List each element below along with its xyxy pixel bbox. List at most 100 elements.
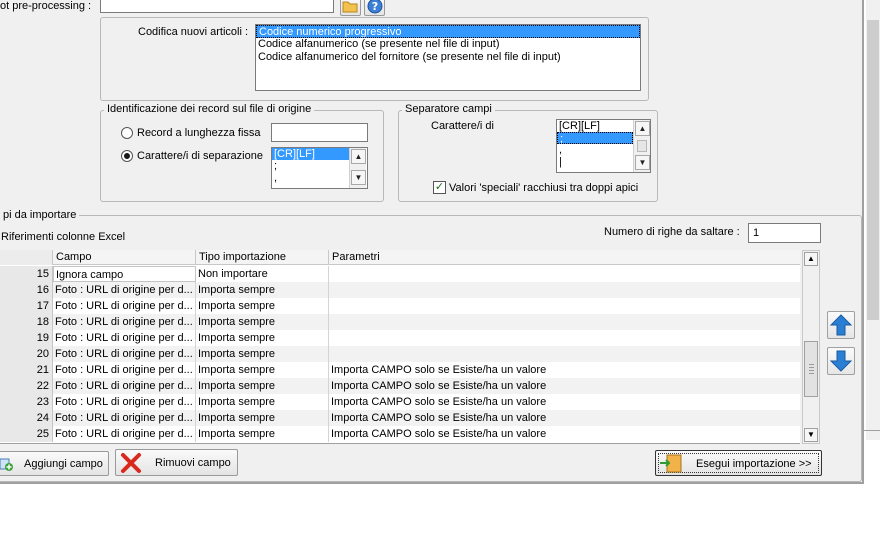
campo-cell[interactable]: Ignora campo — [53, 266, 196, 282]
table-row[interactable]: 15 Ignora campo Non importare — [0, 266, 800, 282]
campo-cell[interactable]: Foto : URL di origine per d... — [53, 410, 196, 426]
folder-icon — [342, 1, 358, 13]
quoted-values-label: Valori 'speciali' racchiusi tra doppi ap… — [449, 182, 639, 194]
parametri-cell[interactable]: Importa CAMPO solo se Esiste/ha un valor… — [329, 426, 800, 442]
campo-cell[interactable]: Foto : URL di origine per d... — [53, 314, 196, 330]
campo-cell[interactable]: Foto : URL di origine per d... — [53, 346, 196, 362]
parametri-cell[interactable] — [329, 298, 800, 314]
add-field-button[interactable]: Aggiungi campo — [0, 451, 109, 476]
tipo-cell[interactable]: Importa sempre — [196, 298, 329, 314]
record-separator-scroll[interactable]: ▲ ▼ — [349, 148, 366, 188]
codifica-option[interactable]: Codice alfanumerico del fornitore (se pr… — [256, 51, 640, 64]
scroll-up-icon[interactable]: ▲ — [804, 252, 818, 266]
table-row[interactable]: 19 Foto : URL di origine per d... Importa … — [0, 330, 800, 346]
campo-cell[interactable]: Foto : URL di origine per d... — [53, 378, 196, 394]
table-row[interactable]: 20 Foto : URL di origine per d... Importa … — [0, 346, 800, 362]
campo-cell[interactable]: Foto : URL di origine per d... — [53, 330, 196, 346]
import-icon — [660, 454, 682, 473]
field-separator-option[interactable]: ; — [557, 132, 633, 145]
field-separator-scroll[interactable]: ▲ ▼ — [633, 120, 650, 172]
table-row[interactable]: 25 Foto : URL di origine per d... Importa … — [0, 426, 800, 442]
table-row[interactable]: 23 Foto : URL di origine per d... Importa … — [0, 394, 800, 410]
quoted-values-checkbox[interactable]: ✓ — [433, 181, 446, 194]
excel-references-label: Riferimenti colonne Excel — [1, 231, 126, 243]
tipo-cell[interactable]: Non importare — [196, 266, 329, 282]
fields-grid: Campo Tipo importazione Parametri 15 Igno… — [0, 250, 800, 444]
parametri-cell[interactable] — [329, 314, 800, 330]
tipo-cell[interactable]: Importa sempre — [196, 314, 329, 330]
table-row[interactable]: 16 Foto : URL di origine per d... Importa … — [0, 282, 800, 298]
remove-field-label: Rimuovi campo — [155, 457, 231, 469]
row-number-cell: 21 — [0, 362, 53, 378]
skip-rows-label: Numero di righe da saltare : — [604, 226, 740, 238]
open-folder-button[interactable] — [340, 0, 361, 16]
tipo-cell[interactable]: Importa sempre — [196, 410, 329, 426]
table-row[interactable]: 17 Foto : URL di origine per d... Importa … — [0, 298, 800, 314]
move-down-button[interactable] — [827, 347, 855, 375]
campo-cell[interactable]: Foto : URL di origine per d... — [53, 362, 196, 378]
table-row[interactable]: 24 Foto : URL di origine per d... Importa … — [0, 410, 800, 426]
grid-scroll-thumb[interactable] — [804, 341, 818, 397]
radio-fixed-length[interactable] — [121, 127, 133, 139]
tipo-cell[interactable]: Importa sempre — [196, 362, 329, 378]
tipo-cell[interactable]: Importa sempre — [196, 330, 329, 346]
identificazione-legend: Identificazione dei record sul file di o… — [104, 103, 315, 116]
scroll-down-icon[interactable]: ▼ — [635, 155, 650, 170]
execute-import-label: Esegui importazione >> — [696, 458, 812, 470]
grid-header: Campo Tipo importazione Parametri — [0, 250, 800, 265]
import-dialog: ot pre-processing : ? Codifica nuovi art… — [0, 0, 864, 484]
scroll-down-icon[interactable]: ▼ — [804, 428, 818, 442]
parametri-cell[interactable] — [329, 346, 800, 362]
grid-scrollbar[interactable]: ▲ ▼ — [802, 250, 820, 444]
scroll-down-icon[interactable]: ▼ — [351, 170, 366, 185]
tipo-cell[interactable]: Importa sempre — [196, 346, 329, 362]
scroll-up-icon[interactable]: ▲ — [635, 121, 650, 136]
campo-cell[interactable]: Foto : URL di origine per d... — [53, 426, 196, 442]
row-number-cell: 20 — [0, 346, 53, 362]
arrow-down-icon — [829, 350, 853, 372]
parametri-cell[interactable] — [329, 266, 800, 282]
add-icon — [0, 458, 13, 471]
parametri-cell[interactable]: Importa CAMPO solo se Esiste/ha un valor… — [329, 378, 800, 394]
scroll-up-icon[interactable]: ▲ — [351, 149, 366, 164]
fixed-length-input[interactable] — [271, 123, 368, 142]
table-row[interactable]: 22 Foto : URL di origine per d... Importa … — [0, 378, 800, 394]
column-header-campo[interactable]: Campo — [53, 250, 196, 265]
parametri-cell[interactable]: Importa CAMPO solo se Esiste/ha un valor… — [329, 410, 800, 426]
codifica-listbox[interactable]: Codice numerico progressivo Codice alfan… — [255, 24, 641, 91]
table-row[interactable]: 21 Foto : URL di origine per d... Importa … — [0, 362, 800, 378]
record-separator-option[interactable]: [CR][LF] — [272, 148, 350, 160]
tipo-cell[interactable]: Importa sempre — [196, 394, 329, 410]
radio-separator[interactable] — [121, 150, 133, 162]
help-button[interactable]: ? — [364, 0, 385, 16]
remove-field-button[interactable]: Rimuovi campo — [115, 449, 238, 476]
campo-cell[interactable]: Foto : URL di origine per d... — [53, 394, 196, 410]
preprocessing-input[interactable] — [100, 0, 334, 13]
table-row[interactable]: 18 Foto : URL di origine per d... Importa … — [0, 314, 800, 330]
skip-rows-input[interactable]: 1 — [748, 223, 821, 243]
campi-legend: pi da importare — [0, 209, 80, 222]
parametri-cell[interactable] — [329, 282, 800, 298]
campo-cell[interactable]: Foto : URL di origine per d... — [53, 282, 196, 298]
codifica-option[interactable]: Codice alfanumerico (se presente nel fil… — [256, 38, 640, 51]
row-number-cell: 24 — [0, 410, 53, 426]
parametri-cell[interactable]: Importa CAMPO solo se Esiste/ha un valor… — [329, 394, 800, 410]
help-icon: ? — [367, 0, 383, 14]
remove-icon — [121, 453, 141, 473]
preprocessing-label: ot pre-processing : — [0, 0, 92, 12]
row-number-cell: 25 — [0, 426, 53, 442]
separatore-legend: Separatore campi — [402, 103, 495, 116]
parametri-cell[interactable]: Importa CAMPO solo se Esiste/ha un valor… — [329, 362, 800, 378]
tipo-cell[interactable]: Importa sempre — [196, 282, 329, 298]
tipo-cell[interactable]: Importa sempre — [196, 426, 329, 442]
codifica-option[interactable]: Codice numerico progressivo — [256, 25, 640, 38]
parametri-cell[interactable] — [329, 330, 800, 346]
window-scroll-thumb[interactable] — [867, 20, 879, 320]
move-up-button[interactable] — [827, 311, 855, 339]
campo-cell[interactable]: Foto : URL di origine per d... — [53, 298, 196, 314]
tipo-cell[interactable]: Importa sempre — [196, 378, 329, 394]
column-header-parametri[interactable]: Parametri — [329, 250, 800, 265]
execute-import-button[interactable]: Esegui importazione >> — [655, 450, 822, 476]
scroll-thumb[interactable] — [637, 140, 647, 152]
column-header-tipo[interactable]: Tipo importazione — [196, 250, 329, 265]
